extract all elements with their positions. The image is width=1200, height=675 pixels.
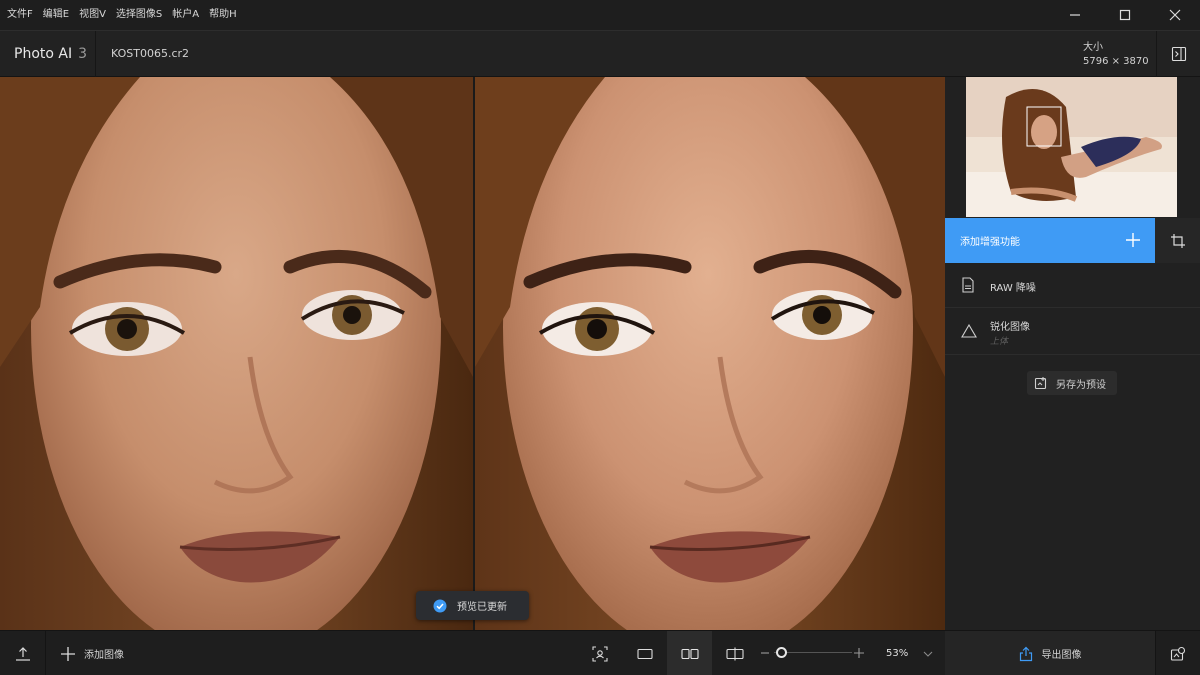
app-name: Photo AI — [14, 46, 73, 62]
minimize-icon — [1070, 14, 1080, 16]
panel-toggle-button[interactable] — [1156, 31, 1200, 77]
module-sharpen[interactable]: 锐化图像 上体 — [945, 308, 1200, 355]
close-button[interactable] — [1150, 0, 1200, 30]
original-preview[interactable] — [0, 77, 473, 630]
module-sharpen-label: 锐化图像 — [990, 322, 1030, 333]
preview-canvas[interactable]: 预览已更新 — [0, 77, 945, 630]
export-settings-icon — [1170, 646, 1186, 661]
zoom-slider[interactable] — [760, 645, 868, 661]
zoom-value[interactable]: 53% — [886, 631, 908, 675]
crop-button[interactable] — [1155, 218, 1200, 263]
header-divider — [95, 31, 96, 77]
menu-select-image[interactable]: 选择图像S — [111, 0, 167, 30]
maximize-button[interactable] — [1100, 0, 1150, 30]
toolbar-divider — [45, 631, 46, 675]
app-version: 3 — [78, 46, 88, 62]
close-icon — [1169, 9, 1181, 21]
add-enhancement-button[interactable]: 添加增强功能 — [945, 218, 1155, 263]
side-by-side-button[interactable] — [667, 631, 712, 675]
bottom-toolbar: 添加图像 53% 导出图像 — [0, 630, 1200, 675]
side-panel: 添加增强功能 RAW 降噪 锐化图像 上体 另存为预设 — [945, 77, 1200, 630]
menu-file[interactable]: 文件F — [0, 0, 38, 30]
menu-edit[interactable]: 编辑E — [38, 0, 74, 30]
raw-file-icon — [962, 277, 974, 293]
zoom-out-icon[interactable] — [760, 647, 770, 659]
single-view-button[interactable] — [622, 631, 667, 675]
side-by-side-icon — [680, 648, 699, 659]
export-image-button[interactable]: 导出图像 — [945, 631, 1155, 675]
triangle-sharpen-icon — [961, 324, 977, 338]
enhanced-face-image — [475, 77, 945, 630]
chevron-down-icon — [923, 651, 933, 657]
save-preset-icon — [1034, 377, 1047, 390]
preview-updated-toast: 预览已更新 — [416, 591, 529, 620]
export-settings-button[interactable] — [1156, 631, 1200, 675]
add-image-label: 添加图像 — [84, 650, 124, 661]
split-view-icon — [725, 647, 744, 660]
add-enhancement-label: 添加增强功能 — [960, 237, 1020, 248]
plus-icon — [1126, 233, 1140, 247]
image-size-value: 5796 × 3870 — [1083, 56, 1149, 67]
file-name-tab[interactable]: KOST0065.cr2 — [111, 31, 189, 77]
maximize-icon — [1119, 9, 1131, 21]
panel-toggle-icon — [1171, 46, 1186, 62]
module-sharpen-subject: 上体 — [990, 337, 1009, 347]
upload-icon — [15, 646, 30, 661]
image-size-label: 大小 — [1083, 42, 1103, 53]
zoom-knob[interactable] — [776, 647, 787, 658]
menu-help[interactable]: 帮助H — [204, 0, 242, 30]
thumbnail-image — [966, 77, 1177, 217]
single-view-icon — [636, 648, 653, 659]
save-preset-button[interactable]: 另存为预设 — [1027, 371, 1117, 395]
add-image-button[interactable]: 添加图像 — [60, 631, 140, 675]
original-face-image — [0, 77, 473, 630]
menu-bar: 文件F 编辑E 视图V 选择图像S 帐户A 帮助H — [0, 0, 1200, 30]
app-title: Photo AI 3 — [14, 31, 87, 77]
face-focus-button[interactable] — [577, 631, 622, 675]
menu-account[interactable]: 帐户A — [167, 0, 204, 30]
save-preset-label: 另存为预设 — [1056, 379, 1106, 391]
zoom-dropdown-button[interactable] — [917, 631, 939, 675]
upload-button[interactable] — [0, 631, 45, 675]
export-image-label: 导出图像 — [1041, 650, 1082, 661]
check-circle-icon — [433, 599, 447, 612]
toast-text: 预览已更新 — [457, 602, 507, 613]
minimize-button[interactable] — [1050, 0, 1100, 30]
navigator-thumbnail[interactable] — [966, 77, 1177, 217]
window-controls — [1050, 0, 1200, 30]
share-export-icon — [1019, 646, 1032, 661]
header-bar: Photo AI 3 KOST0065.cr2 大小 5796 × 3870 — [0, 30, 1200, 77]
split-view-button[interactable] — [712, 631, 757, 675]
enhanced-preview[interactable] — [475, 77, 945, 630]
plus-icon — [61, 646, 75, 661]
module-raw-denoise[interactable]: RAW 降噪 — [945, 263, 1200, 308]
module-raw-label: RAW 降噪 — [990, 283, 1036, 294]
face-focus-icon — [591, 645, 608, 662]
menu-view[interactable]: 视图V — [74, 0, 111, 30]
crop-icon — [1170, 233, 1185, 248]
zoom-in-icon[interactable] — [853, 647, 865, 659]
